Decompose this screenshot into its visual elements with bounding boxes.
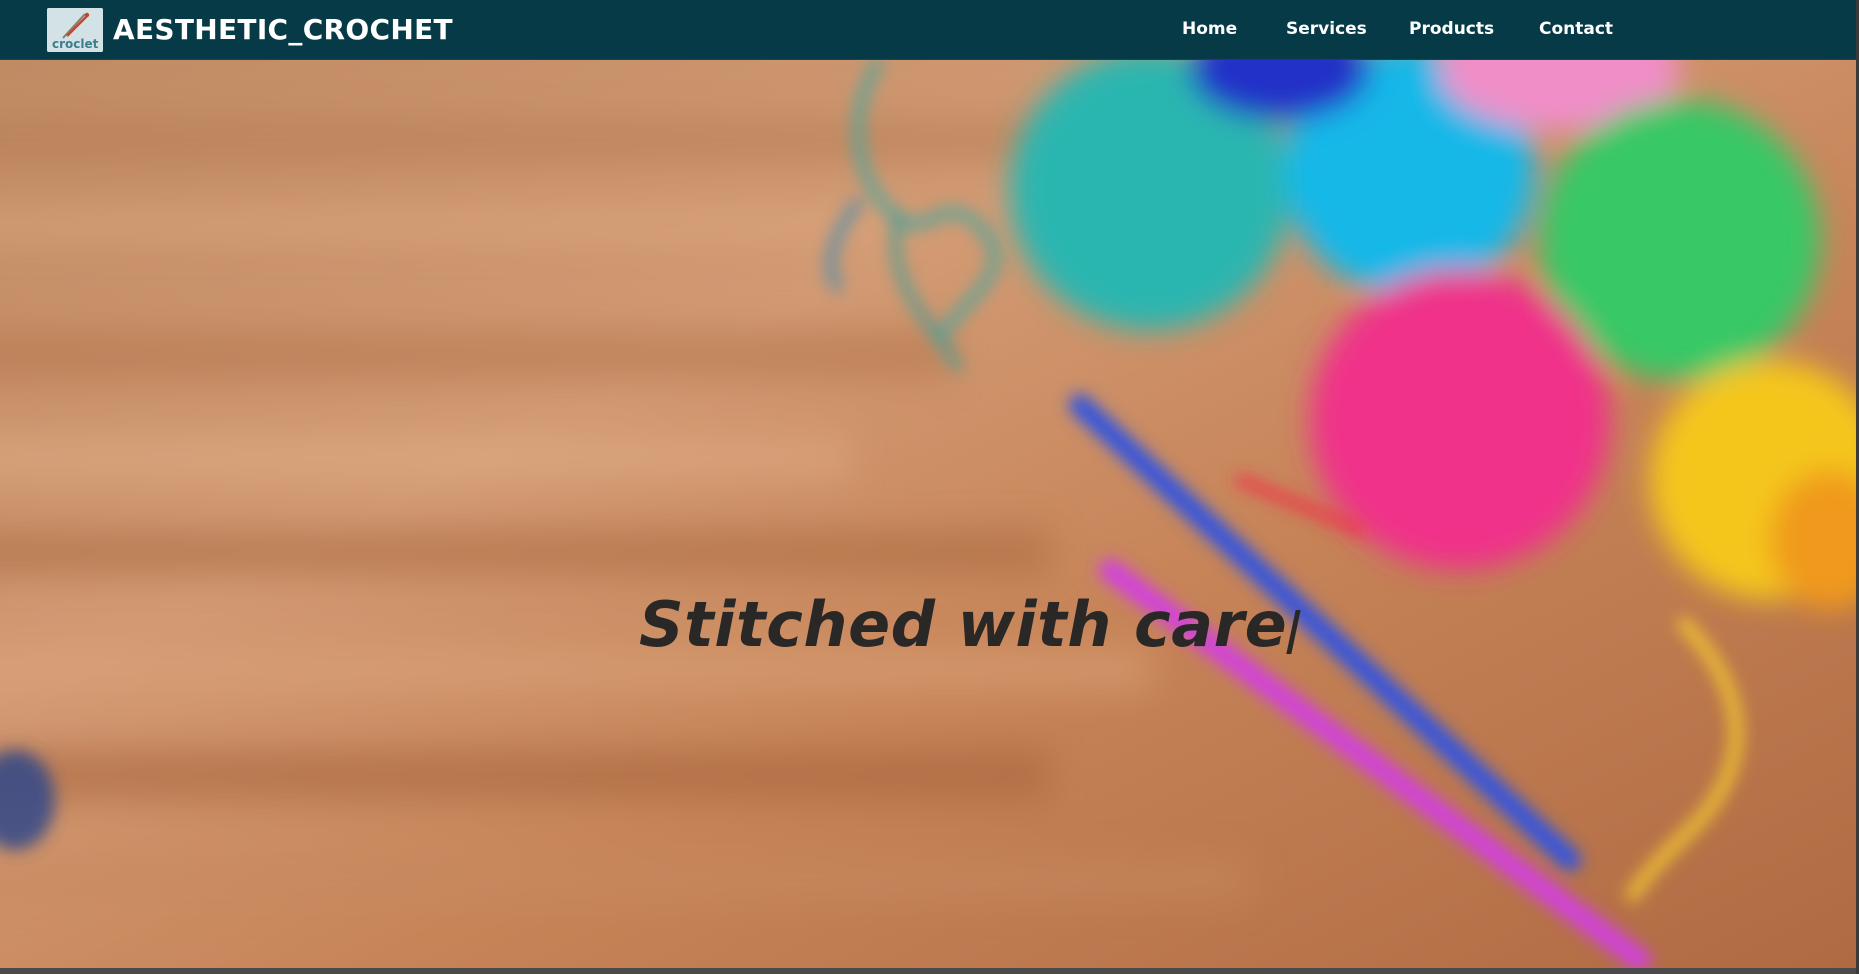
brand-title[interactable]: AESTHETIC_CROCHET — [113, 13, 453, 46]
hero-section: Stitched with care — [0, 60, 1859, 968]
crochet-hook-icon: croclet — [47, 7, 103, 52]
hero-tagline: Stitched with care — [639, 588, 1301, 661]
nav-services[interactable]: Services — [1286, 19, 1367, 39]
logo[interactable]: croclet — [47, 7, 103, 52]
nav-contact[interactable]: Contact — [1539, 19, 1613, 39]
bottom-strip — [0, 968, 1859, 974]
nav-home[interactable]: Home — [1182, 19, 1237, 39]
hero-background-image — [0, 60, 1859, 968]
navbar: croclet AESTHETIC_CROCHET Home Services … — [0, 0, 1859, 60]
hero-tagline-text: Stitched with care — [639, 588, 1288, 661]
page: croclet AESTHETIC_CROCHET Home Services … — [0, 0, 1859, 974]
logo-text: croclet — [52, 37, 99, 51]
nav-products[interactable]: Products — [1409, 19, 1494, 39]
brand[interactable]: croclet AESTHETIC_CROCHET — [47, 0, 453, 60]
